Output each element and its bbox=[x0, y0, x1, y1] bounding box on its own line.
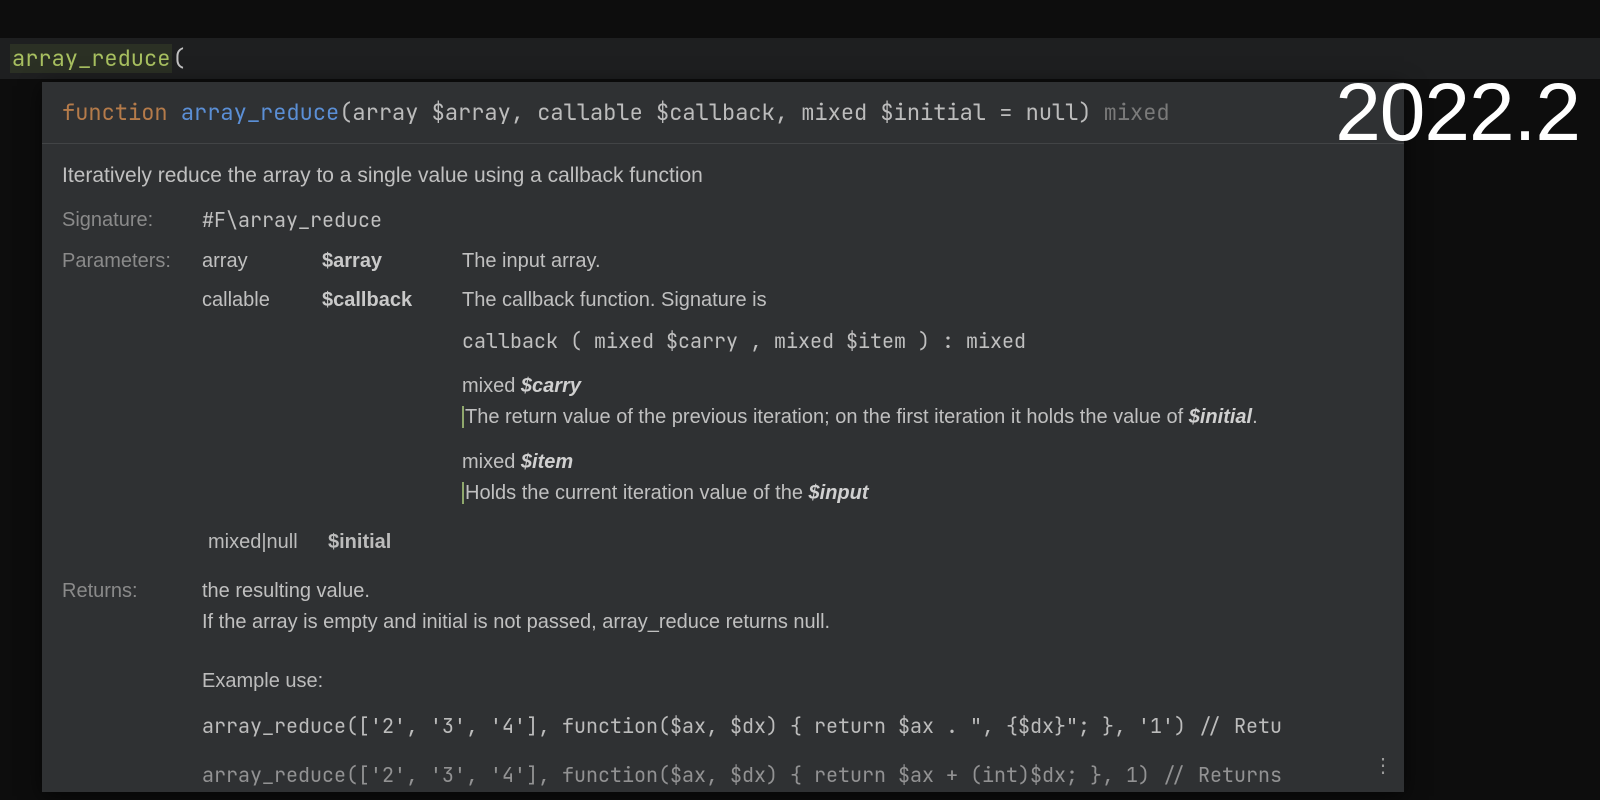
text-caret-icon bbox=[462, 406, 464, 428]
example-code: array_reduce(['2', '3', '4'], function($… bbox=[202, 760, 1384, 791]
more-vertical-icon[interactable]: ⋮ bbox=[1373, 753, 1394, 778]
returns-label: Returns: bbox=[62, 576, 202, 638]
function-name: array_reduce bbox=[181, 98, 339, 127]
sub-param-name: $carry bbox=[521, 375, 581, 397]
param-initial-row: mixed|null $initial bbox=[202, 527, 1384, 558]
documentation-popup[interactable]: function array_reduce(array $array, call… bbox=[42, 82, 1404, 792]
sub-param-type: mixed bbox=[462, 451, 515, 473]
param-desc: The input array. bbox=[462, 246, 1384, 277]
param-name: $array bbox=[322, 246, 442, 277]
param-desc: The callback function. Signature is call… bbox=[462, 285, 1384, 509]
param-type: array bbox=[202, 246, 302, 277]
title-bar bbox=[0, 0, 1600, 38]
signature-label: Signature: bbox=[62, 205, 202, 236]
param-type: mixed|null bbox=[208, 527, 316, 558]
returns-text: the resulting value. If the array is emp… bbox=[202, 576, 1384, 638]
signature-params: (array $array, callable $callback, mixed… bbox=[339, 98, 1091, 127]
example-block: Example use: array_reduce(['2', '3', '4'… bbox=[202, 666, 1384, 791]
param-type: callable bbox=[202, 285, 302, 316]
param-table: array $array The input array. callable $… bbox=[202, 246, 1384, 509]
param-row: array $array The input array. bbox=[202, 246, 1384, 277]
version-overlay: 2022.2 bbox=[1335, 72, 1580, 154]
editor-paren: ( bbox=[172, 44, 185, 73]
callback-signature: callback ( mixed $carry , mixed $item ) … bbox=[462, 326, 1384, 357]
doc-signature-header: function array_reduce(array $array, call… bbox=[42, 82, 1404, 144]
return-type: mixed bbox=[1104, 98, 1170, 127]
param-name: $callback bbox=[322, 285, 442, 316]
doc-body: Iteratively reduce the array to a single… bbox=[42, 144, 1404, 792]
signature-value: #F\array_reduce bbox=[202, 205, 1384, 236]
sub-param-desc: The return value of the previous iterati… bbox=[465, 406, 1189, 428]
doc-summary: Iteratively reduce the array to a single… bbox=[62, 160, 1384, 193]
sub-param-type: mixed bbox=[462, 375, 515, 397]
sub-param: mixed $carry The return value of the pre… bbox=[462, 371, 1384, 433]
sub-param: mixed $item Holds the current iteration … bbox=[462, 447, 1384, 509]
example-code: array_reduce(['2', '3', '4'], function($… bbox=[202, 711, 1384, 742]
param-name: $initial bbox=[328, 527, 391, 558]
sub-param-desc: Holds the current iteration value of the bbox=[465, 482, 809, 504]
sub-param-name: $item bbox=[521, 451, 573, 473]
text-caret-icon bbox=[462, 482, 464, 504]
keyword-function: function bbox=[62, 98, 168, 127]
parameters-label: Parameters: bbox=[62, 246, 202, 277]
sub-param-var: $initial bbox=[1189, 406, 1252, 428]
param-row: callable $callback The callback function… bbox=[202, 285, 1384, 509]
editor-function-token: array_reduce bbox=[10, 44, 172, 73]
example-label: Example use: bbox=[202, 666, 1384, 697]
sub-param-var: $input bbox=[809, 482, 869, 504]
